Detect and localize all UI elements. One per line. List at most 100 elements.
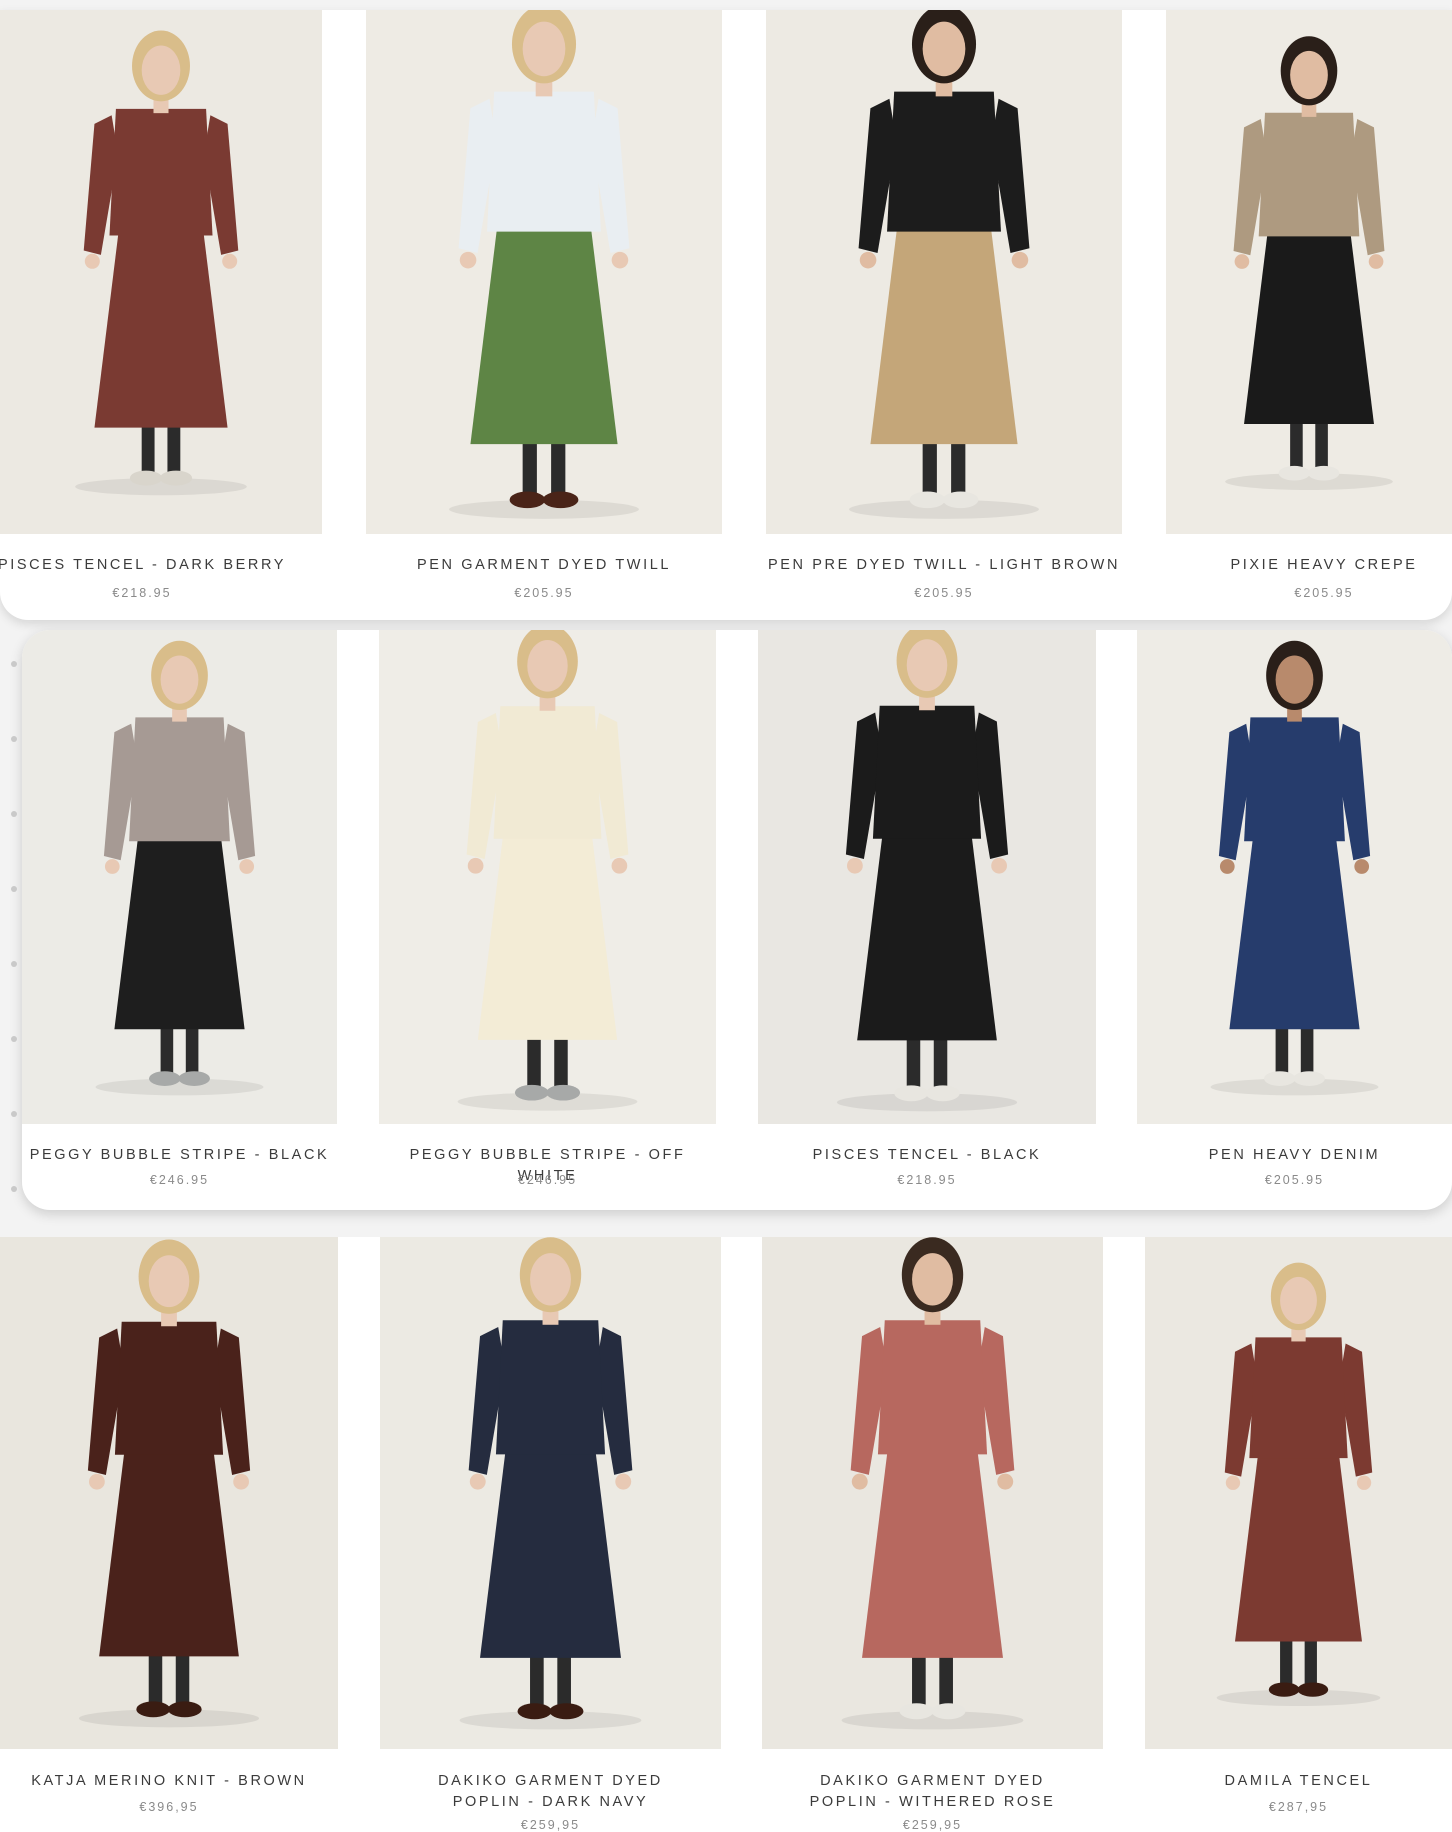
model-shoe [149, 1071, 181, 1086]
model-top [872, 705, 982, 839]
product-image[interactable] [1166, 10, 1452, 534]
model-shoe [1307, 465, 1340, 481]
model-photo [0, 1237, 338, 1749]
product-name[interactable]: PEN HEAVY DENIM [1137, 1145, 1452, 1166]
model-hand [469, 1473, 486, 1490]
product-card[interactable]: PEN HEAVY DENIM €205.95 [1137, 630, 1452, 1210]
model-top [495, 1320, 606, 1455]
model-top [493, 706, 602, 839]
product-card[interactable]: PIXIE HEAVY CREPE €205.95 [1166, 10, 1452, 620]
model-shoe [1293, 1071, 1325, 1086]
product-name[interactable]: PISCES TENCEL - BLACK [758, 1145, 1096, 1166]
product-card[interactable]: DAKIKO GARMENT DYED POPLIN - DARK NAVY €… [380, 1237, 721, 1832]
product-image[interactable] [1145, 1237, 1452, 1749]
product-name[interactable]: DAKIKO GARMENT DYED POPLIN - DARK NAVY [380, 1771, 721, 1813]
model-shoe [1264, 1071, 1296, 1086]
product-card[interactable]: PEN PRE DYED TWILL - LIGHT BROWN €205.95 [766, 10, 1122, 620]
product-price: €259,95 [520, 1818, 581, 1832]
product-name[interactable]: PEN GARMENT DYED TWILL [366, 555, 722, 576]
pagination-dot[interactable] [11, 736, 17, 742]
model-shoe [931, 1703, 966, 1720]
model-hand [233, 1473, 249, 1490]
pagination-dot[interactable] [11, 811, 17, 817]
model-face [1280, 1276, 1317, 1325]
model-shoe [178, 1071, 210, 1086]
product-row-3: KATJA MERINO KNIT - BROWN €396,95 DAKIKO… [0, 1237, 1452, 1832]
pagination-dot[interactable] [11, 661, 17, 667]
model-shoe [546, 1084, 581, 1101]
product-image[interactable] [22, 630, 337, 1124]
model-shoe [1297, 1682, 1329, 1697]
product-name[interactable]: PEN PRE DYED TWILL - LIGHT BROWN [766, 555, 1122, 576]
product-card[interactable]: PEN GARMENT DYED TWILL €205.95 [366, 10, 722, 620]
model-hand [222, 253, 238, 269]
model-hand [1234, 254, 1250, 269]
model-shoe [514, 1084, 549, 1101]
product-image[interactable] [758, 630, 1096, 1124]
product-card[interactable]: PEGGY BUBBLE STRIPE - BLACK €246.95 [22, 630, 337, 1210]
product-price: €218.95 [112, 586, 172, 600]
model-shoe [509, 491, 546, 509]
model-photo [1166, 10, 1452, 534]
product-name[interactable]: DAKIKO GARMENT DYED POPLIN - WITHERED RO… [762, 1771, 1103, 1813]
model-shoe [167, 1701, 202, 1718]
product-card[interactable]: PEGGY BUBBLE STRIPE - OFF WHITE €246.95 [379, 630, 716, 1210]
pagination-dot[interactable] [11, 886, 17, 892]
product-row-2: PEGGY BUBBLE STRIPE - BLACK €246.95 PEGG… [22, 630, 1452, 1210]
product-row-1: PISCES TENCEL - DARK BERRY €218.95 PEN G… [0, 10, 1452, 620]
product-image[interactable] [1137, 630, 1452, 1124]
model-hand [611, 857, 628, 874]
product-name[interactable]: DAMILA TENCEL [1145, 1771, 1452, 1792]
model-shoe [942, 491, 979, 509]
product-image[interactable] [0, 10, 322, 534]
product-image[interactable] [380, 1237, 721, 1749]
model-face [1290, 50, 1328, 100]
pagination-dot[interactable] [11, 1186, 17, 1192]
product-name[interactable]: PEGGY BUBBLE STRIPE - BLACK [22, 1145, 337, 1166]
product-image[interactable] [379, 630, 716, 1124]
product-price: €218.95 [897, 1173, 957, 1187]
model-hand [239, 859, 255, 874]
model-hand [1219, 859, 1235, 874]
product-card[interactable]: DAKIKO GARMENT DYED POPLIN - WITHERED RO… [762, 1237, 1103, 1832]
product-card[interactable]: PISCES TENCEL - DARK BERRY €218.95 [0, 10, 322, 620]
product-name[interactable]: PIXIE HEAVY CREPE [1196, 555, 1452, 576]
product-price: €205.95 [1264, 1173, 1325, 1187]
product-card[interactable]: KATJA MERINO KNIT - BROWN €396,95 [0, 1237, 338, 1832]
model-shoe [925, 1085, 960, 1102]
model-shoe [129, 470, 163, 486]
model-photo [366, 10, 722, 534]
model-shoe [517, 1703, 552, 1720]
model-face [530, 1253, 571, 1306]
model-hand [84, 253, 100, 269]
product-price: €205.95 [914, 586, 974, 600]
pagination-dot[interactable] [11, 1036, 17, 1042]
model-hand [1368, 254, 1384, 269]
product-image[interactable] [766, 10, 1122, 534]
product-name[interactable]: PISCES TENCEL - DARK BERRY [0, 555, 322, 576]
model-shoe [542, 491, 579, 509]
model-photo [762, 1237, 1103, 1749]
product-image[interactable] [366, 10, 722, 534]
model-shoe [159, 470, 193, 486]
model-shoe [1268, 1682, 1300, 1697]
model-top [887, 91, 1001, 232]
model-face [160, 655, 199, 704]
pagination-dot[interactable] [11, 961, 17, 967]
model-face [527, 639, 568, 692]
model-photo [379, 630, 716, 1124]
pagination-dot[interactable] [11, 1111, 17, 1117]
model-hand [1356, 1475, 1372, 1490]
product-price: €205.95 [1294, 586, 1354, 600]
model-face [522, 21, 566, 77]
model-hand [89, 1473, 105, 1490]
model-top [487, 91, 601, 232]
product-name[interactable]: KATJA MERINO KNIT - BROWN [0, 1771, 338, 1792]
product-image[interactable] [0, 1237, 338, 1749]
product-image[interactable] [762, 1237, 1103, 1749]
model-hand [1225, 1475, 1241, 1490]
model-shoe [136, 1701, 171, 1718]
product-card[interactable]: PISCES TENCEL - BLACK €218.95 [758, 630, 1096, 1210]
product-card[interactable]: DAMILA TENCEL €287,95 [1145, 1237, 1452, 1832]
model-hand [104, 859, 120, 874]
